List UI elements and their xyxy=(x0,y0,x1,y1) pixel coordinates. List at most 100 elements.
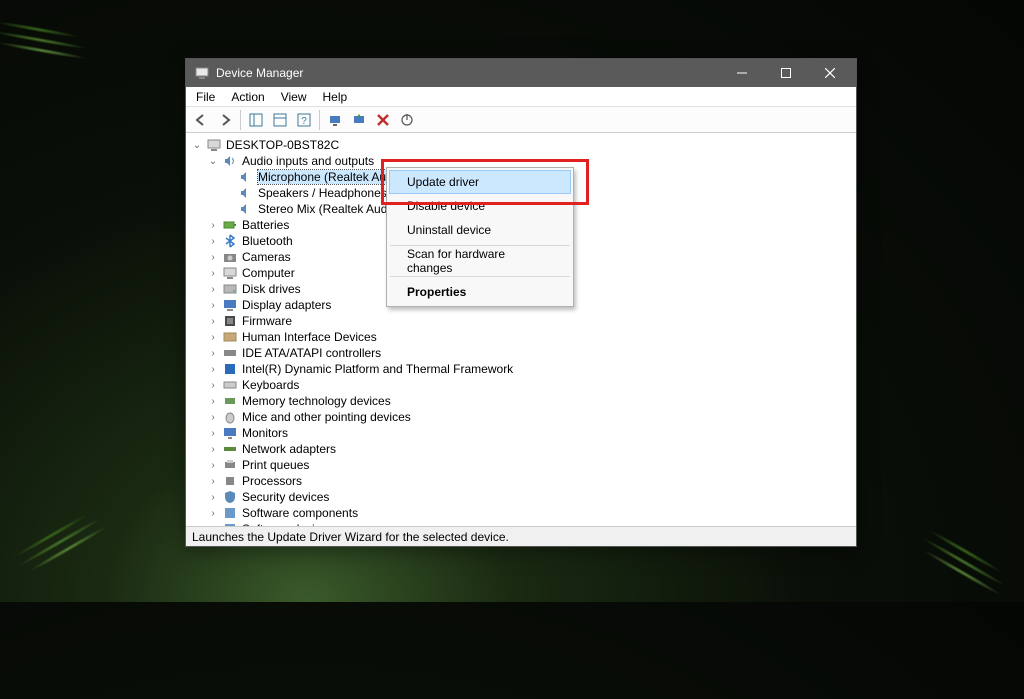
node-label: Cameras xyxy=(242,250,291,264)
expand-icon[interactable]: › xyxy=(206,458,220,472)
cm-separator xyxy=(390,245,570,246)
node-label: Human Interface Devices xyxy=(242,330,377,344)
network-icon xyxy=(222,441,238,457)
tree-swcomp[interactable]: › Software components xyxy=(186,505,856,521)
node-label: Print queues xyxy=(242,458,309,472)
tree-processors[interactable]: › Processors xyxy=(186,473,856,489)
node-label: Intel(R) Dynamic Platform and Thermal Fr… xyxy=(242,362,513,376)
toolbar-separator xyxy=(319,110,320,130)
properties-toolbar-button[interactable] xyxy=(269,109,291,131)
software-icon xyxy=(222,521,238,526)
node-label: Display adapters xyxy=(242,298,331,312)
tree-network[interactable]: › Network adapters xyxy=(186,441,856,457)
menu-file[interactable]: File xyxy=(188,89,223,105)
node-label: Mice and other pointing devices xyxy=(242,410,411,424)
cm-uninstall-device[interactable]: Uninstall device xyxy=(389,218,571,242)
statusbar: Launches the Update Driver Wizard for th… xyxy=(186,526,856,546)
tree-firmware[interactable]: › Firmware xyxy=(186,313,856,329)
expand-icon[interactable]: › xyxy=(206,298,220,312)
expand-icon[interactable]: › xyxy=(206,218,220,232)
keyboard-icon xyxy=(222,377,238,393)
node-label: Disk drives xyxy=(242,282,301,296)
intel-icon xyxy=(222,361,238,377)
expand-icon[interactable]: › xyxy=(206,426,220,440)
tree-swdev[interactable]: › Software devices xyxy=(186,521,856,526)
expand-icon[interactable]: › xyxy=(206,474,220,488)
scan-hardware-button[interactable] xyxy=(324,109,346,131)
expand-icon[interactable]: › xyxy=(206,250,220,264)
node-label: Firmware xyxy=(242,314,292,328)
menu-view[interactable]: View xyxy=(273,89,315,105)
help-toolbar-button[interactable]: ? xyxy=(293,109,315,131)
expand-icon[interactable]: ⌄ xyxy=(190,138,204,152)
cm-update-driver[interactable]: Update driver xyxy=(389,170,571,194)
firmware-icon xyxy=(222,313,238,329)
tree-mice[interactable]: › Mice and other pointing devices xyxy=(186,409,856,425)
bluetooth-icon xyxy=(222,233,238,249)
expand-icon[interactable]: › xyxy=(206,522,220,526)
minimize-button[interactable] xyxy=(720,59,764,87)
menu-help[interactable]: Help xyxy=(315,89,356,105)
expand-icon[interactable]: › xyxy=(206,362,220,376)
menu-action[interactable]: Action xyxy=(223,89,272,105)
close-button[interactable] xyxy=(808,59,852,87)
titlebar[interactable]: Device Manager xyxy=(186,59,856,87)
enable-toolbar-button[interactable] xyxy=(396,109,418,131)
tree-monitors[interactable]: › Monitors xyxy=(186,425,856,441)
expand-icon[interactable]: › xyxy=(206,378,220,392)
update-driver-toolbar-button[interactable] xyxy=(348,109,370,131)
tree-hid[interactable]: › Human Interface Devices xyxy=(186,329,856,345)
node-label: Memory technology devices xyxy=(242,394,391,408)
pine-branch-decoration xyxy=(0,405,197,678)
node-label: Monitors xyxy=(242,426,288,440)
tree-memtech[interactable]: › Memory technology devices xyxy=(186,393,856,409)
expand-icon[interactable]: › xyxy=(206,410,220,424)
expand-icon[interactable]: › xyxy=(206,266,220,280)
audio-icon xyxy=(222,153,238,169)
printer-icon xyxy=(222,457,238,473)
mouse-icon xyxy=(222,409,238,425)
audio-icon xyxy=(238,201,254,217)
back-button[interactable] xyxy=(190,109,212,131)
tree-ide[interactable]: › IDE ATA/ATAPI controllers xyxy=(186,345,856,361)
expand-icon[interactable]: ⌄ xyxy=(206,154,220,168)
uninstall-toolbar-button[interactable] xyxy=(372,109,394,131)
maximize-button[interactable] xyxy=(764,59,808,87)
node-label: Network adapters xyxy=(242,442,336,456)
forward-button[interactable] xyxy=(214,109,236,131)
device-manager-icon xyxy=(194,65,210,81)
memory-icon xyxy=(222,393,238,409)
node-label: Batteries xyxy=(242,218,289,232)
monitor-icon xyxy=(222,425,238,441)
camera-icon xyxy=(222,249,238,265)
expand-icon[interactable]: › xyxy=(206,314,220,328)
disk-icon xyxy=(222,281,238,297)
expand-icon[interactable]: › xyxy=(206,394,220,408)
node-label: Software components xyxy=(242,506,358,520)
cm-properties[interactable]: Properties xyxy=(389,280,571,304)
expand-icon[interactable]: › xyxy=(206,330,220,344)
expand-icon[interactable]: › xyxy=(206,234,220,248)
expand-icon[interactable]: › xyxy=(206,282,220,296)
computer-icon xyxy=(206,137,222,153)
toolbar-separator xyxy=(240,110,241,130)
pine-branch-decoration xyxy=(0,0,156,156)
expand-icon[interactable]: › xyxy=(206,490,220,504)
cm-scan-hardware[interactable]: Scan for hardware changes xyxy=(389,249,571,273)
expand-icon[interactable]: › xyxy=(206,442,220,456)
hid-icon xyxy=(222,329,238,345)
node-label: DESKTOP-0BST82C xyxy=(226,138,339,152)
expand-icon[interactable]: › xyxy=(206,506,220,520)
computer-icon xyxy=(222,265,238,281)
node-label: Processors xyxy=(242,474,302,488)
tree-root[interactable]: ⌄ DESKTOP-0BST82C xyxy=(186,137,856,153)
cm-disable-device[interactable]: Disable device xyxy=(389,194,571,218)
tree-keyboards[interactable]: › Keyboards xyxy=(186,377,856,393)
security-icon xyxy=(222,489,238,505)
node-label: Microphone (Realtek Audio) xyxy=(258,170,406,184)
tree-security[interactable]: › Security devices xyxy=(186,489,856,505)
tree-intel[interactable]: › Intel(R) Dynamic Platform and Thermal … xyxy=(186,361,856,377)
tree-print[interactable]: › Print queues xyxy=(186,457,856,473)
expand-icon[interactable]: › xyxy=(206,346,220,360)
show-hide-console-button[interactable] xyxy=(245,109,267,131)
